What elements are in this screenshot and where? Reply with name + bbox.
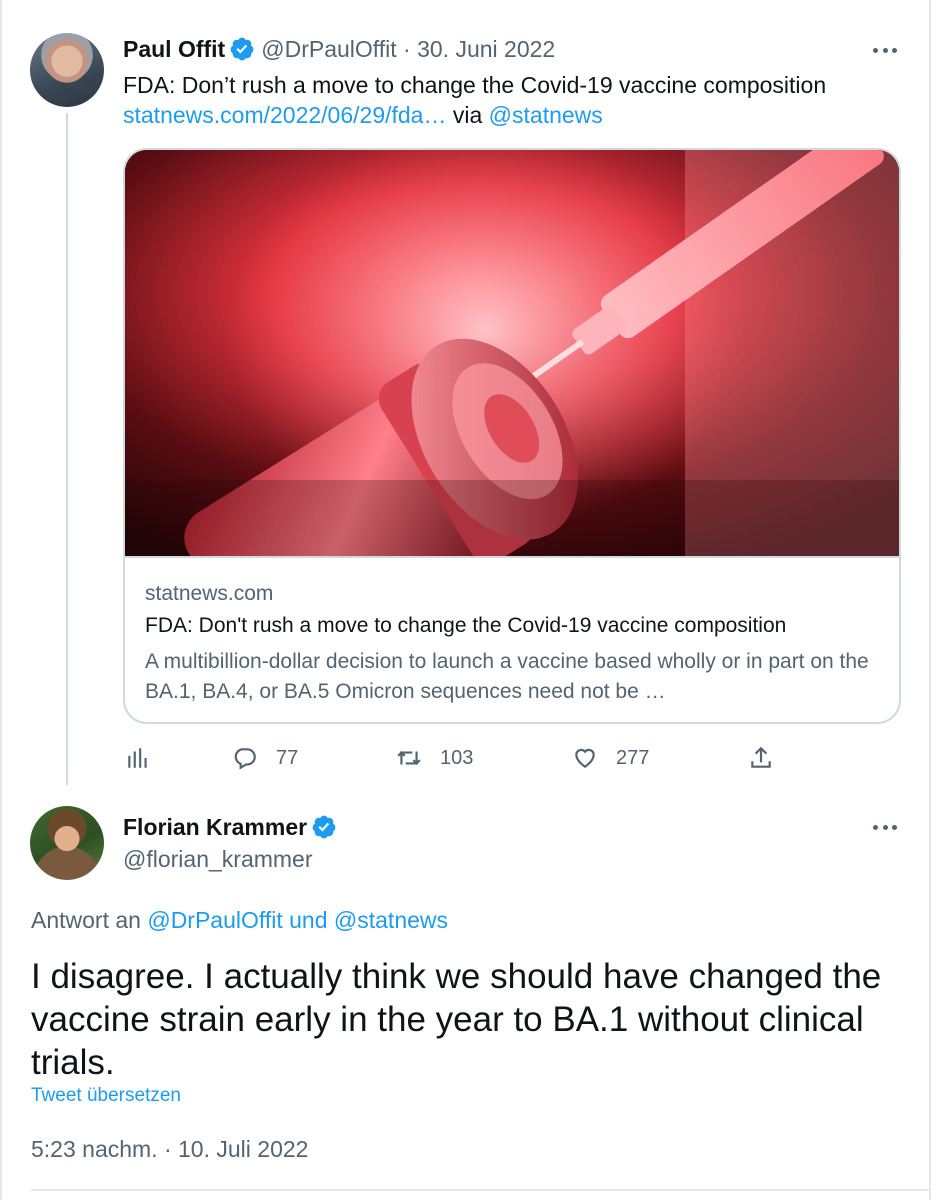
share-button[interactable] (748, 740, 774, 776)
via-label: via (452, 102, 483, 128)
verified-badge-icon (312, 815, 336, 839)
reply-context: Antwort an @DrPaulOffit und @statnews (31, 907, 448, 934)
reply-prefix: Antwort an (31, 907, 141, 933)
tweet2-timestamp[interactable]: 5:23 nachm. · 10. Juli 2022 (31, 1136, 308, 1163)
translate-tweet-link[interactable]: Tweet übersetzen (31, 1085, 181, 1107)
verified-badge-icon (230, 37, 254, 61)
vaccine-vial-syringe-image (125, 150, 899, 556)
share-icon (751, 746, 771, 768)
tweet2-author-name[interactable]: Florian Krammer (123, 814, 307, 840)
more-options-button[interactable] (873, 817, 897, 837)
retweet-count: 103 (440, 746, 474, 769)
more-options-button[interactable] (873, 40, 897, 60)
tweet1-link[interactable]: statnews.com/2022/06/29/fda… (123, 102, 446, 128)
tweet1-author-handle[interactable]: @DrPaulOffit (261, 36, 396, 62)
card-divider (125, 556, 899, 558)
tweet1-author-name[interactable]: Paul Offit (123, 36, 225, 62)
bottom-divider (31, 1189, 929, 1191)
more-dots-icon (873, 47, 878, 53)
like-count: 277 (616, 746, 650, 769)
header-separator: · (403, 36, 411, 62)
tweet2-text: I disagree. I actually think we should h… (31, 957, 882, 1082)
analytics-icon (128, 748, 147, 768)
thread-connector-line (66, 113, 68, 785)
tweet1-header: Paul Offit @DrPaulOffit · 30. Juni 2022 (123, 36, 555, 63)
frame-left-edge (0, 0, 2, 1200)
via-handle-link[interactable]: @statnews (489, 102, 603, 128)
link-preview-card[interactable]: statnews.com FDA: Don't rush a move to c… (123, 148, 901, 724)
retweet-button[interactable]: 103 (396, 740, 473, 776)
avatar-paul-offit[interactable] (30, 33, 104, 107)
tweet1-text: FDA: Don’t rush a move to change the Cov… (123, 72, 827, 98)
more-dots-icon (873, 824, 878, 830)
card-description: A multibillion-dollar decision to launch… (145, 650, 869, 703)
tweet1-link-line: statnews.com/2022/06/29/fda… via @statne… (123, 100, 826, 130)
heart-icon (575, 748, 595, 768)
frame-right-edge (929, 0, 931, 1200)
avatar-florian-krammer[interactable] (30, 806, 104, 880)
reply-count: 77 (276, 746, 299, 769)
tweet2-author-handle[interactable]: @florian_krammer (123, 846, 313, 873)
card-image-vaccine-syringe (125, 150, 899, 556)
reply-handle-statnews[interactable]: @statnews (334, 907, 448, 933)
tweet1-text-block: FDA: Don’t rush a move to change the Cov… (123, 70, 826, 130)
retweet-icon (397, 751, 421, 765)
like-button[interactable]: 277 (572, 740, 649, 776)
reply-handle-drpauloffit[interactable]: @DrPaulOffit (147, 907, 282, 933)
card-domain: statnews.com (145, 582, 274, 605)
reply-button[interactable]: 77 (232, 740, 298, 776)
tweet1-date[interactable]: 30. Juni 2022 (417, 36, 555, 62)
reply-and[interactable]: und (289, 907, 327, 933)
tweet2-name-line: Florian Krammer (123, 814, 343, 841)
analytics-button[interactable] (125, 740, 151, 776)
reply-icon (234, 748, 256, 770)
card-title: FDA: Don't rush a move to change the Cov… (145, 614, 787, 637)
tweet1-action-bar: 77 103 277 (0, 740, 943, 776)
